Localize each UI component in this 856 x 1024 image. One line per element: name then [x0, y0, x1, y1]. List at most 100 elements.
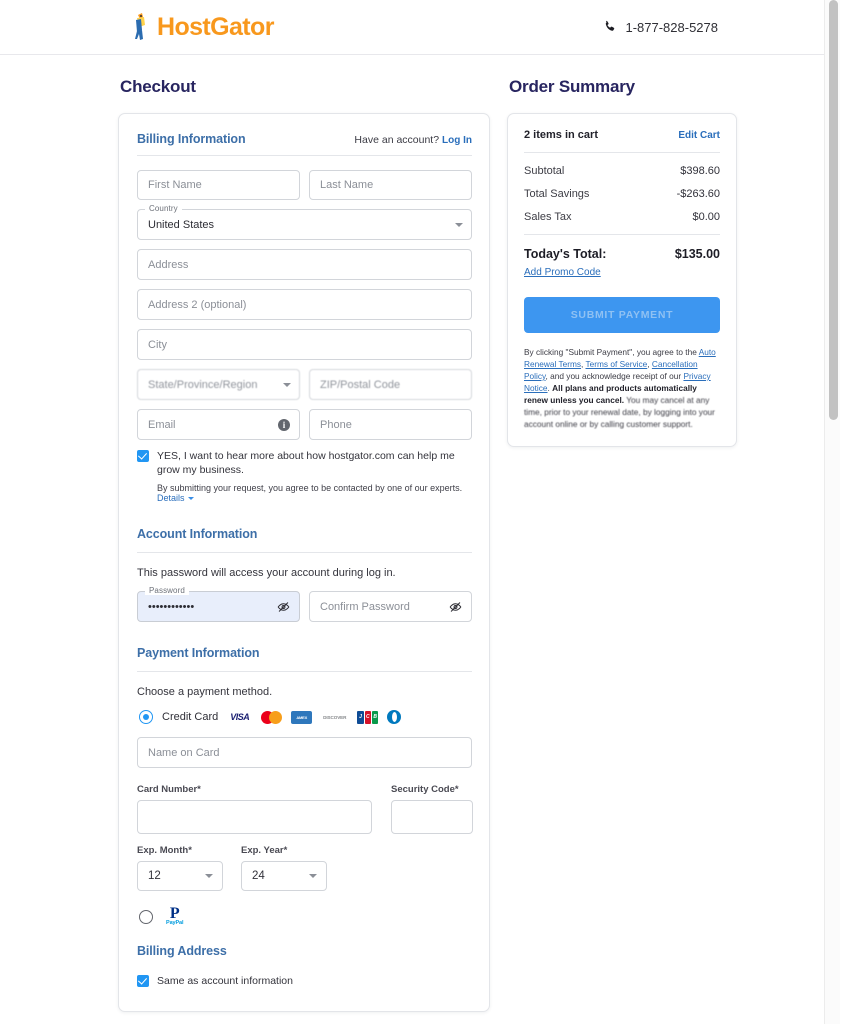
same-as-account-checkbox[interactable] [137, 975, 149, 988]
credit-card-option[interactable]: Credit Card VISA AMEX DISCOVER JCB [139, 710, 472, 725]
phone-field [309, 409, 472, 440]
security-code-input[interactable] [391, 800, 473, 835]
first-name-input[interactable] [137, 170, 300, 200]
credit-card-label: Credit Card [162, 711, 219, 724]
divider [524, 152, 720, 153]
payment-info-header: Payment Information [137, 644, 472, 662]
name-on-card-input[interactable] [137, 737, 472, 769]
card-number-input[interactable] [137, 800, 372, 835]
city-input[interactable] [137, 329, 472, 360]
site-header: HostGator 1-877-828-5278 [0, 0, 840, 55]
page-title: Checkout [120, 77, 196, 96]
account-info-header: Account Information [137, 525, 472, 543]
diners-club-icon [387, 710, 402, 725]
password-label: Password [145, 586, 189, 596]
exp-year-select[interactable]: 24 [241, 861, 327, 892]
zip-input[interactable] [309, 369, 472, 400]
security-code-field: Security Code* [391, 784, 473, 835]
eye-off-icon[interactable] [449, 600, 462, 613]
edit-cart-link[interactable]: Edit Cart [678, 130, 720, 141]
billing-address-title: Billing Address [137, 944, 227, 959]
marketing-consent-checkbox[interactable] [137, 450, 149, 462]
exp-month-field: Exp. Month* 12 [137, 845, 223, 892]
password-row: Password [137, 586, 472, 623]
address2-row [137, 289, 472, 320]
country-select[interactable] [137, 209, 472, 240]
credit-card-radio[interactable] [139, 710, 153, 725]
name-on-card-field [137, 737, 472, 769]
discover-icon: DISCOVER [321, 710, 349, 724]
last-name-input[interactable] [309, 170, 472, 200]
terms-of-service-link[interactable]: Terms of Service [586, 359, 648, 369]
hostgator-logo[interactable]: HostGator [130, 12, 274, 42]
page-scrollbar-track[interactable] [824, 0, 840, 1024]
address-input[interactable] [137, 249, 472, 280]
account-info-description: This password will access your account d… [137, 567, 396, 580]
marketing-consent-label: YES, I want to hear more about how hostg… [157, 450, 455, 477]
divider [137, 155, 472, 156]
chevron-down-icon [283, 382, 291, 387]
state-zip-row [137, 369, 472, 400]
legal-text-1: By clicking "Submit Payment", you agree … [524, 347, 699, 357]
last-name-field [309, 170, 472, 200]
gator-mascot-icon [130, 12, 152, 42]
page-scrollbar-thumb[interactable] [829, 0, 838, 420]
password-input[interactable] [137, 591, 300, 623]
eye-off-icon[interactable] [277, 600, 290, 613]
todays-total-value: $135.00 [674, 247, 720, 261]
mastercard-icon [261, 710, 283, 724]
summary-line-tax: Sales Tax $0.00 [524, 211, 720, 223]
details-link[interactable]: Details [157, 493, 185, 503]
choose-payment-method-label: Choose a payment method. [137, 686, 273, 699]
phone-number: 1-877-828-5278 [625, 19, 718, 35]
marketing-consent-row: YES, I want to hear more about how hostg… [137, 449, 472, 477]
paypal-option[interactable]: P PayPal [139, 906, 472, 927]
line-label: Total Savings [524, 188, 590, 200]
email-input[interactable] [137, 409, 300, 440]
exp-year-field: Exp. Year* 24 [241, 845, 327, 892]
card-number-field: Card Number* [137, 784, 372, 835]
submit-payment-button[interactable]: SUBMIT PAYMENT [524, 297, 720, 333]
same-as-account-label: Same as account information [157, 975, 293, 988]
checkout-page: HostGator 1-877-828-5278 Checkout Billin… [0, 0, 840, 1024]
exp-month-value: 12 [148, 870, 161, 883]
summary-line-savings: Total Savings -$263.60 [524, 188, 720, 200]
chevron-down-icon [309, 874, 317, 879]
chevron-down-icon [455, 222, 463, 227]
billing-info-header: Billing Information Have an account? Log… [137, 132, 472, 146]
confirm-password-field [309, 591, 472, 623]
chevron-down-icon[interactable] [187, 497, 194, 501]
exp-month-select[interactable]: 12 [137, 861, 223, 892]
todays-total-label: Today's Total: [524, 247, 607, 261]
phone-input[interactable] [309, 409, 472, 440]
expiry-row: Exp. Month* 12 Exp. Year* 24 [137, 845, 472, 892]
billing-address-header: Billing Address [137, 942, 472, 960]
card-number-label: Card Number* [137, 784, 201, 796]
exp-year-value: 24 [252, 870, 265, 883]
add-promo-code-link[interactable]: Add Promo Code [524, 267, 601, 278]
address2-input[interactable] [137, 289, 472, 320]
login-link[interactable]: Log In [442, 135, 472, 146]
country-label: Country [145, 204, 182, 213]
support-phone[interactable]: 1-877-828-5278 [603, 20, 718, 35]
name-on-card-row [137, 737, 472, 769]
consent-sub-text: By submitting your request, you agree to… [157, 483, 463, 494]
items-in-cart: 2 items in cart [524, 129, 598, 141]
paypal-radio[interactable] [139, 909, 153, 924]
state-select[interactable] [137, 369, 300, 400]
line-value: $0.00 [692, 211, 720, 223]
same-as-account-row: Same as account information [137, 974, 472, 988]
account-info-title: Account Information [137, 527, 258, 542]
phone-icon [603, 20, 617, 34]
checkout-column: Checkout Billing Information Have an acc… [118, 77, 490, 1012]
info-icon[interactable]: i [278, 418, 290, 431]
confirm-password-input[interactable] [309, 591, 472, 623]
exp-month-label: Exp. Month* [137, 845, 192, 857]
divider [137, 671, 472, 673]
password-field: Password [137, 586, 300, 623]
line-label: Subtotal [524, 165, 565, 177]
account-question-text: Have an account? [354, 134, 440, 146]
paypal-wordmark: PayPal [166, 920, 184, 927]
summary-line-subtotal: Subtotal $398.60 [524, 165, 720, 177]
divider [524, 234, 720, 235]
